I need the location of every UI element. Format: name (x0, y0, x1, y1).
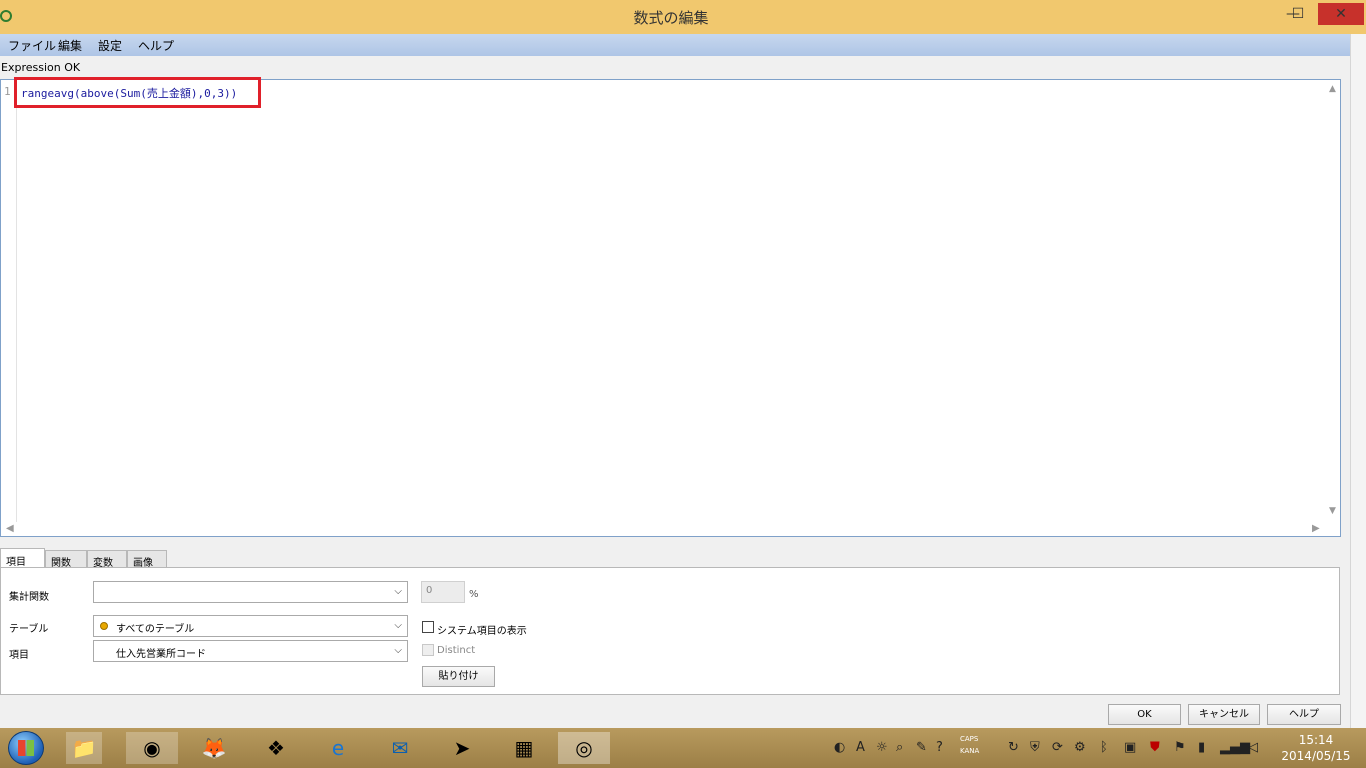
volume-icon[interactable]: ◁ (1248, 740, 1258, 755)
vertical-scrollbar[interactable]: ▲ ▼ (1327, 80, 1340, 522)
percent-unit: % (469, 589, 479, 600)
show-system-fields-checkbox[interactable] (422, 621, 434, 633)
menu-edit[interactable]: 編集 (58, 37, 82, 54)
battery-icon[interactable]: ▮ (1198, 740, 1205, 755)
tray-gear-icon[interactable]: ⚙ (1074, 740, 1086, 755)
distinct-label: Distinct (437, 645, 476, 656)
menu-bar: ファイル 編集 設定 ヘルプ (0, 34, 1350, 56)
tab-functions[interactable]: 関数 (45, 550, 87, 569)
menu-file[interactable]: ファイル (8, 37, 56, 54)
caps-indicator: CAPS (960, 735, 979, 743)
tray-monitor-icon[interactable]: ▣ (1124, 740, 1136, 755)
scroll-up-icon[interactable]: ▲ (1329, 84, 1336, 94)
fields-panel: 集計関数 ⌵ 0 % テーブル すべてのテーブル ⌵ システム項目の表示 項目 … (0, 567, 1340, 695)
internet-explorer-icon[interactable]: e (320, 732, 356, 764)
cancel-button[interactable]: キャンセル (1188, 704, 1260, 725)
tray-sun-icon[interactable]: ☼ (876, 740, 888, 755)
windows-media-icon[interactable]: ❖ (258, 732, 294, 764)
table-status-icon (100, 622, 108, 630)
apps-grid-icon[interactable]: ▦ (506, 732, 542, 764)
chrome-icon[interactable]: ◉ (126, 732, 178, 764)
window-title: 数式の編集 (633, 9, 709, 27)
qlikview-taskbar-icon[interactable]: ◎ (558, 732, 610, 764)
tray-sync-icon[interactable]: ⟳ (1052, 740, 1063, 755)
menu-help[interactable]: ヘルプ (138, 37, 174, 54)
tab-strip: 項目 関数 変数 画像 (0, 548, 600, 569)
maximize-button[interactable]: ☐ (1285, 3, 1311, 25)
show-system-fields-label: システム項目の表示 (437, 626, 527, 637)
horizontal-scrollbar[interactable]: ◀ ▶ (1, 522, 1340, 536)
remote-app-icon[interactable]: ➤ (444, 732, 480, 764)
table-label: テーブル (9, 624, 49, 635)
tray-tools-icon[interactable]: ✎ (916, 740, 927, 755)
distinct-checkbox[interactable] (422, 644, 434, 656)
field-label: 項目 (9, 650, 29, 661)
help-button[interactable]: ヘルプ (1267, 704, 1341, 725)
expression-editor[interactable]: 1 rangeavg(above(Sum(売上金額),0,3)) ▲ ▼ ◀ ▶ (0, 77, 1341, 537)
chevron-down-icon: ⌵ (394, 645, 402, 656)
chevron-down-icon: ⌵ (394, 586, 402, 597)
table-select[interactable]: すべてのテーブル ⌵ (93, 615, 408, 637)
percent-input[interactable]: 0 (421, 581, 465, 603)
bluetooth-icon[interactable]: ᛒ (1100, 740, 1108, 755)
clock-time: 15:14 (1298, 733, 1334, 747)
expression-editor-dialog: Expression OK 1 rangeavg(above(Sum(売上金額)… (0, 56, 1350, 734)
scroll-down-icon[interactable]: ▼ (1329, 506, 1336, 516)
kana-indicator: KANA (960, 747, 980, 755)
tab-images[interactable]: 画像 (127, 550, 167, 569)
tray-shield-icon[interactable]: ⛨ (1030, 740, 1040, 755)
paste-button[interactable]: 貼り付け (422, 666, 495, 687)
file-explorer-icon[interactable]: 📁 (66, 732, 102, 764)
aggregate-label: 集計関数 (9, 592, 49, 603)
tray-search-icon[interactable]: ⌕ (896, 740, 903, 755)
annotation-highlight-box (14, 77, 261, 108)
aggregate-select[interactable]: ⌵ (93, 581, 408, 603)
tray-app-icon[interactable]: ◐ (834, 740, 845, 755)
line-number: 1 (4, 85, 11, 98)
tab-fields[interactable]: 項目 (0, 548, 45, 569)
chevron-down-icon: ⌵ (394, 620, 402, 631)
firefox-icon[interactable]: 🦊 (196, 732, 232, 764)
outlook-icon[interactable]: ✉ (382, 732, 418, 764)
tray-update-icon[interactable]: ↻ (1008, 740, 1019, 755)
menu-settings[interactable]: 設定 (98, 37, 122, 54)
title-bar: 数式の編集 — ☐ ✕ (0, 0, 1366, 35)
system-clock[interactable]: 15:14 2014/05/15 (1270, 732, 1362, 764)
field-select[interactable]: 仕入先営業所コード ⌵ (93, 640, 408, 662)
help-icon[interactable]: ? (936, 740, 943, 755)
scroll-right-icon[interactable]: ▶ (1312, 523, 1320, 534)
field-value: 仕入先営業所コード (116, 649, 206, 660)
start-button[interactable] (8, 731, 44, 765)
close-button[interactable]: ✕ (1318, 3, 1364, 25)
windows-logo-icon (18, 740, 34, 756)
network-signal-icon[interactable]: ▂▄▆ (1220, 740, 1250, 755)
expression-status: Expression OK (1, 61, 81, 74)
scroll-left-icon[interactable]: ◀ (6, 523, 14, 534)
table-value: すべてのテーブル (116, 624, 195, 635)
ime-icon[interactable]: A (856, 740, 865, 755)
clock-date: 2014/05/15 (1281, 749, 1351, 763)
background-window-edge (1350, 34, 1366, 734)
tab-variables[interactable]: 変数 (87, 550, 127, 569)
security-icon[interactable]: ⛊ (1150, 740, 1160, 755)
ok-button[interactable]: OK (1108, 704, 1181, 725)
action-center-icon[interactable]: ⚑ (1174, 740, 1186, 755)
taskbar: 📁 ◉ 🦊 ❖ e ✉ ➤ ▦ ◎ ◐ A ☼ ⌕ ✎ ? CAPS KANA … (0, 728, 1366, 768)
line-number-gutter: 1 (1, 80, 17, 522)
